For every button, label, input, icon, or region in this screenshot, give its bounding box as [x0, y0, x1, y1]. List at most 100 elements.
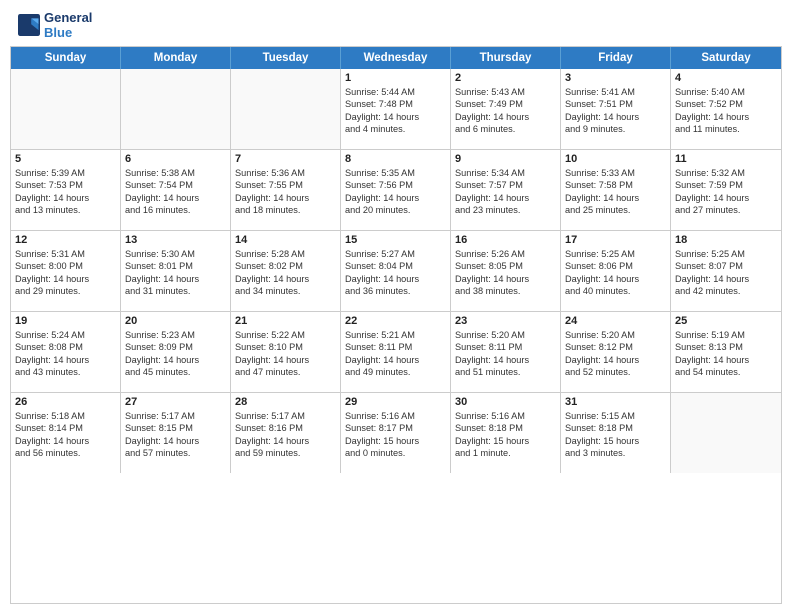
cal-cell-empty	[671, 393, 781, 473]
cal-cell-day-3: 3Sunrise: 5:41 AM Sunset: 7:51 PM Daylig…	[561, 69, 671, 149]
cal-cell-day-29: 29Sunrise: 5:16 AM Sunset: 8:17 PM Dayli…	[341, 393, 451, 473]
cal-week-5: 26 Sunrise: 5:18 AM Sunset: 8:14 PM Dayli…	[11, 393, 781, 473]
cal-week-4: 19 Sunrise: 5:24 AM Sunset: 8:08 PM Dayli…	[11, 312, 781, 393]
day-info: Sunrise: 5:25 AM Sunset: 8:06 PM Dayligh…	[565, 248, 666, 298]
cal-header-wednesday: Wednesday	[341, 47, 451, 69]
day-number: 18	[675, 234, 777, 246]
cal-cell-day-1: 1Sunrise: 5:44 AM Sunset: 7:48 PM Daylig…	[341, 69, 451, 149]
cal-week-1: 1Sunrise: 5:44 AM Sunset: 7:48 PM Daylig…	[11, 69, 781, 150]
cal-week-2: 5 Sunrise: 5:39 AM Sunset: 7:53 PM Daylig…	[11, 150, 781, 231]
cal-cell-day-21: 21 Sunrise: 5:22 AM Sunset: 8:10 PM Dayli…	[231, 312, 341, 392]
cal-cell-day-8: 8Sunrise: 5:35 AM Sunset: 7:56 PM Daylig…	[341, 150, 451, 230]
day-info: Sunrise: 5:15 AM Sunset: 8:18 PM Dayligh…	[565, 410, 666, 460]
cal-cell-day-12: 12 Sunrise: 5:31 AM Sunset: 8:00 PM Dayli…	[11, 231, 121, 311]
cal-header-thursday: Thursday	[451, 47, 561, 69]
day-info: Sunrise: 5:19 AM Sunset: 8:13 PM Dayligh…	[675, 329, 777, 379]
cal-header-saturday: Saturday	[671, 47, 781, 69]
day-info: Sunrise: 5:36 AM Sunset: 7:55 PM Dayligh…	[235, 167, 336, 217]
cal-cell-day-27: 27 Sunrise: 5:17 AM Sunset: 8:15 PM Dayli…	[121, 393, 231, 473]
day-number: 2	[455, 72, 556, 84]
day-info: Sunrise: 5:43 AM Sunset: 7:49 PM Dayligh…	[455, 86, 556, 136]
cal-cell-day-15: 15Sunrise: 5:27 AM Sunset: 8:04 PM Dayli…	[341, 231, 451, 311]
calendar-header: SundayMondayTuesdayWednesdayThursdayFrid…	[11, 47, 781, 69]
cal-cell-day-17: 17 Sunrise: 5:25 AM Sunset: 8:06 PM Dayli…	[561, 231, 671, 311]
day-number: 24	[565, 315, 666, 327]
cal-cell-empty	[11, 69, 121, 149]
logo-text: General Blue	[44, 10, 92, 40]
calendar-body: 1Sunrise: 5:44 AM Sunset: 7:48 PM Daylig…	[11, 69, 781, 473]
day-number: 31	[565, 396, 666, 408]
day-info: Sunrise: 5:30 AM Sunset: 8:01 PM Dayligh…	[125, 248, 226, 298]
day-number: 30	[455, 396, 556, 408]
day-number: 16	[455, 234, 556, 246]
header: General Blue	[0, 0, 792, 46]
cal-cell-day-11: 11 Sunrise: 5:32 AM Sunset: 7:59 PM Dayli…	[671, 150, 781, 230]
day-number: 3	[565, 72, 666, 84]
cal-cell-empty	[231, 69, 341, 149]
day-number: 26	[15, 396, 116, 408]
cal-cell-day-24: 24 Sunrise: 5:20 AM Sunset: 8:12 PM Dayli…	[561, 312, 671, 392]
cal-cell-day-26: 26 Sunrise: 5:18 AM Sunset: 8:14 PM Dayli…	[11, 393, 121, 473]
cal-cell-day-2: 2 Sunrise: 5:43 AM Sunset: 7:49 PM Daylig…	[451, 69, 561, 149]
day-number: 17	[565, 234, 666, 246]
cal-cell-day-4: 4Sunrise: 5:40 AM Sunset: 7:52 PM Daylig…	[671, 69, 781, 149]
day-info: Sunrise: 5:38 AM Sunset: 7:54 PM Dayligh…	[125, 167, 226, 217]
day-info: Sunrise: 5:34 AM Sunset: 7:57 PM Dayligh…	[455, 167, 556, 217]
day-number: 1	[345, 72, 446, 84]
day-info: Sunrise: 5:17 AM Sunset: 8:16 PM Dayligh…	[235, 410, 336, 460]
cal-cell-day-31: 31 Sunrise: 5:15 AM Sunset: 8:18 PM Dayli…	[561, 393, 671, 473]
cal-cell-day-18: 18 Sunrise: 5:25 AM Sunset: 8:07 PM Dayli…	[671, 231, 781, 311]
day-number: 23	[455, 315, 556, 327]
cal-cell-day-9: 9 Sunrise: 5:34 AM Sunset: 7:57 PM Daylig…	[451, 150, 561, 230]
day-info: Sunrise: 5:28 AM Sunset: 8:02 PM Dayligh…	[235, 248, 336, 298]
day-info: Sunrise: 5:27 AM Sunset: 8:04 PM Dayligh…	[345, 248, 446, 298]
cal-cell-day-7: 7 Sunrise: 5:36 AM Sunset: 7:55 PM Daylig…	[231, 150, 341, 230]
logo-icon	[18, 14, 40, 36]
day-number: 10	[565, 153, 666, 165]
day-number: 5	[15, 153, 116, 165]
day-info: Sunrise: 5:20 AM Sunset: 8:11 PM Dayligh…	[455, 329, 556, 379]
cal-cell-day-5: 5 Sunrise: 5:39 AM Sunset: 7:53 PM Daylig…	[11, 150, 121, 230]
cal-cell-day-22: 22Sunrise: 5:21 AM Sunset: 8:11 PM Dayli…	[341, 312, 451, 392]
day-number: 20	[125, 315, 226, 327]
cal-header-sunday: Sunday	[11, 47, 121, 69]
day-info: Sunrise: 5:39 AM Sunset: 7:53 PM Dayligh…	[15, 167, 116, 217]
day-info: Sunrise: 5:23 AM Sunset: 8:09 PM Dayligh…	[125, 329, 226, 379]
day-info: Sunrise: 5:18 AM Sunset: 8:14 PM Dayligh…	[15, 410, 116, 460]
day-number: 7	[235, 153, 336, 165]
day-info: Sunrise: 5:21 AM Sunset: 8:11 PM Dayligh…	[345, 329, 446, 379]
day-number: 29	[345, 396, 446, 408]
logo: General Blue	[18, 10, 92, 40]
cal-header-monday: Monday	[121, 47, 231, 69]
day-info: Sunrise: 5:16 AM Sunset: 8:18 PM Dayligh…	[455, 410, 556, 460]
day-info: Sunrise: 5:32 AM Sunset: 7:59 PM Dayligh…	[675, 167, 777, 217]
cal-week-3: 12 Sunrise: 5:31 AM Sunset: 8:00 PM Dayli…	[11, 231, 781, 312]
cal-cell-day-6: 6Sunrise: 5:38 AM Sunset: 7:54 PM Daylig…	[121, 150, 231, 230]
cal-cell-day-23: 23 Sunrise: 5:20 AM Sunset: 8:11 PM Dayli…	[451, 312, 561, 392]
day-number: 11	[675, 153, 777, 165]
day-number: 12	[15, 234, 116, 246]
day-number: 28	[235, 396, 336, 408]
calendar: SundayMondayTuesdayWednesdayThursdayFrid…	[10, 46, 782, 604]
day-info: Sunrise: 5:25 AM Sunset: 8:07 PM Dayligh…	[675, 248, 777, 298]
day-number: 8	[345, 153, 446, 165]
day-number: 9	[455, 153, 556, 165]
day-number: 13	[125, 234, 226, 246]
day-number: 19	[15, 315, 116, 327]
cal-cell-day-10: 10Sunrise: 5:33 AM Sunset: 7:58 PM Dayli…	[561, 150, 671, 230]
day-info: Sunrise: 5:20 AM Sunset: 8:12 PM Dayligh…	[565, 329, 666, 379]
cal-cell-day-20: 20 Sunrise: 5:23 AM Sunset: 8:09 PM Dayli…	[121, 312, 231, 392]
cal-header-friday: Friday	[561, 47, 671, 69]
day-info: Sunrise: 5:22 AM Sunset: 8:10 PM Dayligh…	[235, 329, 336, 379]
day-info: Sunrise: 5:17 AM Sunset: 8:15 PM Dayligh…	[125, 410, 226, 460]
cal-cell-day-14: 14 Sunrise: 5:28 AM Sunset: 8:02 PM Dayli…	[231, 231, 341, 311]
cal-cell-empty	[121, 69, 231, 149]
day-number: 14	[235, 234, 336, 246]
day-info: Sunrise: 5:24 AM Sunset: 8:08 PM Dayligh…	[15, 329, 116, 379]
day-info: Sunrise: 5:31 AM Sunset: 8:00 PM Dayligh…	[15, 248, 116, 298]
day-number: 21	[235, 315, 336, 327]
cal-cell-day-25: 25Sunrise: 5:19 AM Sunset: 8:13 PM Dayli…	[671, 312, 781, 392]
cal-cell-day-28: 28 Sunrise: 5:17 AM Sunset: 8:16 PM Dayli…	[231, 393, 341, 473]
day-number: 27	[125, 396, 226, 408]
cal-cell-day-19: 19 Sunrise: 5:24 AM Sunset: 8:08 PM Dayli…	[11, 312, 121, 392]
